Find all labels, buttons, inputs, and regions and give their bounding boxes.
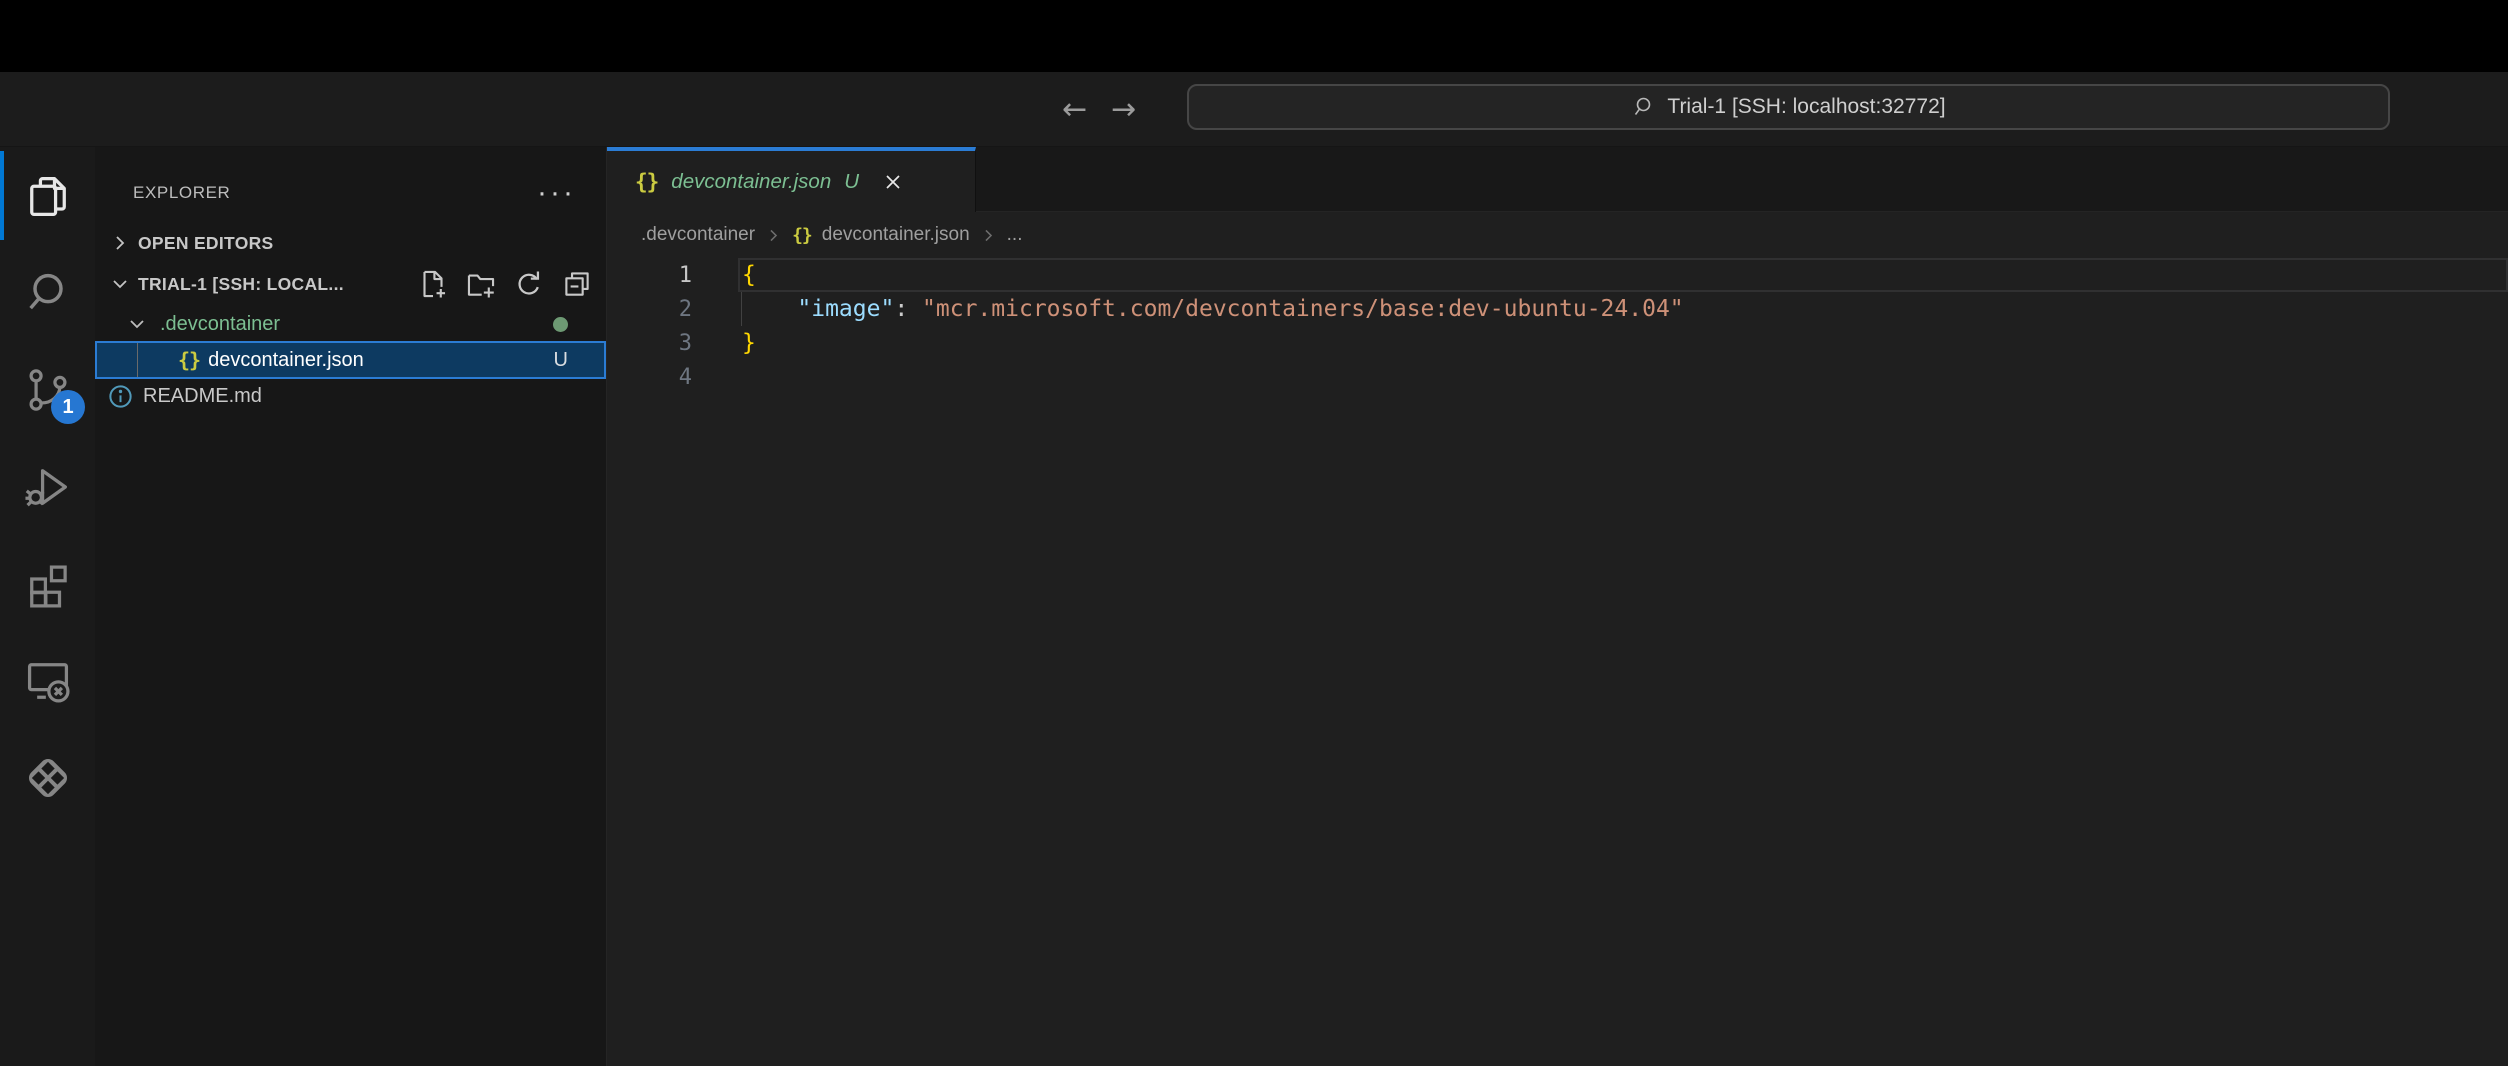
chevron-right-icon — [765, 227, 782, 244]
workbench: 1 — [0, 147, 2508, 1066]
git-untracked-dot-badge — [553, 317, 568, 332]
breadcrumb-symbol-ellipsis[interactable]: ... — [1007, 224, 1023, 246]
new-folder-icon — [464, 267, 498, 301]
chevron-right-icon — [105, 233, 135, 253]
command-center[interactable]: Trial-1 [SSH: localhost:32772] — [1187, 84, 2390, 130]
tree-item-devcontainer-folder[interactable]: .devcontainer — [95, 307, 606, 341]
file-tree: .devcontainer {} devcontainer.json U — [95, 307, 606, 413]
activity-run-debug[interactable] — [0, 438, 95, 535]
code-line-2[interactable]: 2 "image": "mcr.microsoft.com/devcontain… — [607, 292, 2508, 326]
json-file-icon: {} — [178, 348, 200, 372]
activity-remote-explorer[interactable] — [0, 632, 95, 729]
close-icon[interactable] — [881, 170, 905, 194]
activity-bar: 1 — [0, 147, 95, 1066]
remote-explorer-icon — [22, 655, 74, 707]
activity-search[interactable] — [0, 244, 95, 341]
tab-devcontainer-json[interactable]: {} devcontainer.json U — [607, 147, 976, 212]
tab-bar: {} devcontainer.json U — [607, 147, 2508, 212]
activity-explorer[interactable] — [0, 147, 95, 244]
line-number: 1 — [607, 263, 692, 288]
titlebar: ← → Trial-1 [SSH: localhost:32772] — [0, 72, 2508, 147]
vscode-window: ← → Trial-1 [SSH: localhost:32772] — [0, 0, 2508, 1066]
macos-top-strip — [0, 0, 2508, 72]
breadcrumb-folder[interactable]: .devcontainer — [641, 224, 755, 246]
editor-group: {} devcontainer.json U .devcontainer {} — [607, 147, 2508, 1066]
chevron-down-icon — [122, 314, 152, 334]
files-icon — [22, 170, 74, 222]
info-icon — [105, 381, 135, 411]
refresh-icon — [512, 267, 546, 301]
forward-arrow-icon[interactable]: → — [1111, 95, 1136, 125]
breadcrumb: .devcontainer {} devcontainer.json ... — [607, 212, 2508, 258]
open-editors-section[interactable]: OPEN EDITORS — [95, 225, 606, 261]
activity-extensions[interactable] — [0, 535, 95, 632]
workspace-label: TRIAL-1 [SSH: LOCAL... — [138, 274, 344, 295]
more-actions-icon[interactable]: ··· — [537, 188, 576, 198]
collapse-all-button[interactable] — [560, 267, 594, 301]
diamond-grid-icon — [21, 751, 75, 805]
line-number: 3 — [607, 331, 692, 356]
activity-diamond-grid[interactable] — [0, 729, 95, 826]
history-nav: ← → — [1062, 72, 1136, 147]
activity-source-control[interactable]: 1 — [0, 341, 95, 438]
folder-name: .devcontainer — [160, 313, 280, 336]
collapse-all-icon — [560, 267, 594, 301]
window-title: Trial-1 [SSH: localhost:32772] — [1667, 95, 1945, 119]
new-file-button[interactable] — [416, 267, 450, 301]
sidebar-title: EXPLORER — [133, 183, 230, 203]
new-file-icon — [416, 267, 450, 301]
search-icon — [22, 267, 74, 319]
file-name: README.md — [143, 385, 262, 408]
git-status-untracked: U — [554, 349, 568, 372]
tree-item-readme[interactable]: README.md — [95, 379, 606, 413]
line-content: { — [742, 262, 756, 288]
open-editors-label: OPEN EDITORS — [138, 233, 274, 254]
breadcrumb-file[interactable]: devcontainer.json — [822, 224, 970, 246]
line-content: "image": "mcr.microsoft.com/devcontainer… — [742, 296, 1684, 322]
workspace-section[interactable]: TRIAL-1 [SSH: LOCAL... — [95, 261, 606, 307]
scm-changes-badge: 1 — [51, 390, 85, 424]
code-line-4[interactable]: 4 — [607, 360, 2508, 394]
json-file-icon: {} — [792, 225, 812, 246]
chevron-down-icon — [105, 274, 135, 294]
back-arrow-icon[interactable]: ← — [1062, 95, 1087, 125]
refresh-button[interactable] — [512, 267, 546, 301]
code-editor[interactable]: 1{2 "image": "mcr.microsoft.com/devconta… — [607, 258, 2508, 1066]
new-folder-button[interactable] — [464, 267, 498, 301]
line-number: 2 — [607, 297, 692, 322]
tree-item-devcontainer-json[interactable]: {} devcontainer.json U — [95, 341, 606, 379]
tab-label: devcontainer.json — [671, 170, 831, 194]
chevron-right-icon — [980, 227, 997, 244]
sidebar-header: EXPLORER ··· — [95, 147, 606, 225]
debug-icon — [22, 461, 74, 513]
json-file-icon: {} — [635, 170, 658, 194]
search-icon — [1631, 95, 1655, 119]
explorer-actions — [416, 267, 594, 301]
line-content: } — [742, 330, 756, 356]
code-line-3[interactable]: 3} — [607, 326, 2508, 360]
tab-git-status: U — [844, 170, 859, 194]
line-number: 4 — [607, 365, 692, 390]
explorer-sidebar: EXPLORER ··· OPEN EDITORS TRIAL-1 [SSH: … — [95, 147, 607, 1066]
file-name: devcontainer.json — [208, 349, 364, 372]
tree-indent-guide — [137, 343, 138, 377]
extensions-icon — [22, 558, 74, 610]
code-line-1[interactable]: 1{ — [607, 258, 2508, 292]
